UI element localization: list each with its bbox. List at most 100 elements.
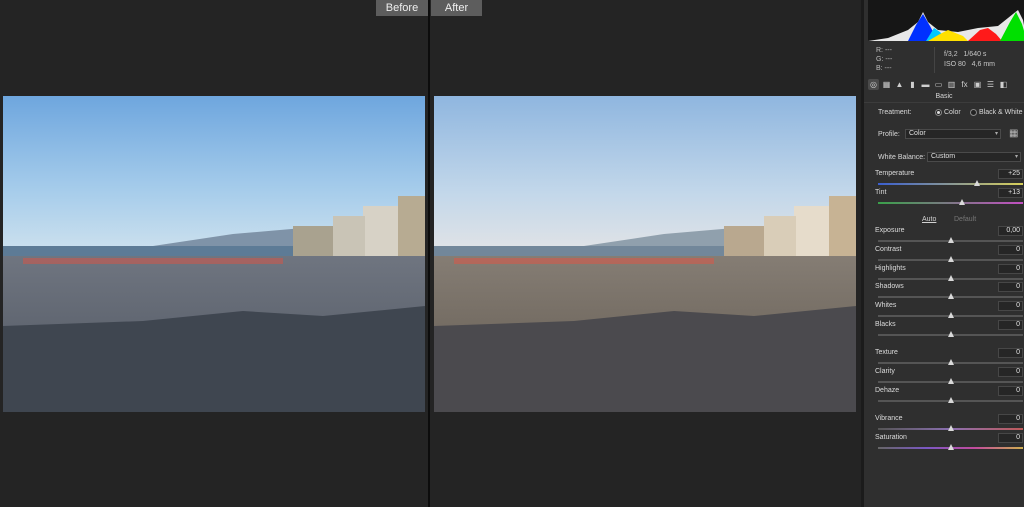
contrast-slider[interactable]: Contrast 0	[875, 245, 1024, 265]
rgb-readout: R: --- G: --- B: ---	[876, 46, 892, 73]
treatment-label: Treatment:	[878, 109, 912, 116]
shutter: 1/640 s	[963, 51, 987, 58]
split-divider[interactable]	[428, 0, 430, 507]
shadows-slider[interactable]: Shadows 0	[875, 282, 1024, 302]
saturation-value-field[interactable]: 0	[998, 433, 1023, 443]
shadows-thumb[interactable]	[947, 293, 954, 299]
snapshots-icon[interactable]: ◧	[998, 79, 1009, 90]
vibrance-thumb[interactable]	[947, 425, 954, 431]
tint-thumb[interactable]	[959, 199, 966, 205]
calibration-icon[interactable]: ▣	[972, 79, 983, 90]
presets-icon[interactable]: ☰	[985, 79, 996, 90]
temperature-track[interactable]	[878, 183, 1023, 185]
contrast-label: Contrast	[875, 246, 902, 253]
preview-canvas[interactable]: Before After	[0, 0, 861, 507]
focal-length: 4,6 mm	[971, 61, 995, 68]
panel-tabs: ◎ ▦ ▲ ▮ ▬ ▭ ▥ fx ▣ ☰ ◧	[868, 77, 1024, 91]
treatment-row: Treatment: Color Black & White	[875, 109, 1024, 119]
photo-before	[3, 96, 425, 412]
saturation-thumb[interactable]	[947, 444, 954, 450]
radio-bw[interactable]	[970, 109, 977, 116]
texture-value-field[interactable]: 0	[998, 348, 1023, 358]
temperature-value-field[interactable]: +25	[998, 169, 1023, 179]
whites-value-field[interactable]: 0	[998, 301, 1023, 311]
contrast-value-field[interactable]: 0	[998, 245, 1023, 255]
tint-track[interactable]	[878, 202, 1023, 204]
b-readout: B: ---	[876, 65, 892, 72]
white-balance-select[interactable]: Custom ▾	[927, 152, 1021, 162]
dehaze-slider[interactable]: Dehaze 0	[875, 386, 1024, 406]
radio-color[interactable]	[935, 109, 942, 116]
contrast-thumb[interactable]	[947, 256, 954, 262]
profile-label: Profile:	[878, 131, 900, 138]
highlights-label: Highlights	[875, 265, 906, 272]
after-label[interactable]: After	[431, 0, 482, 16]
white-balance-value: Custom	[931, 153, 956, 160]
shadows-value-field[interactable]: 0	[998, 282, 1023, 292]
shadows-label: Shadows	[875, 283, 904, 290]
blacks-value-field[interactable]: 0	[998, 320, 1023, 330]
exposure-value-field[interactable]: 0,00	[998, 226, 1023, 236]
vibrance-value-field[interactable]: 0	[998, 414, 1023, 424]
highlights-thumb[interactable]	[947, 275, 954, 281]
auto-link[interactable]: Auto	[922, 216, 936, 223]
treatment-bw-option[interactable]: Black & White	[970, 109, 1023, 116]
tint-label: Tint	[875, 189, 887, 196]
detail-icon[interactable]: ▲	[894, 79, 905, 90]
profile-value: Color	[909, 130, 926, 137]
whites-label: Whites	[875, 302, 897, 309]
temperature-thumb[interactable]	[973, 180, 980, 186]
hsl-icon[interactable]: ▮	[907, 79, 918, 90]
panel-title: Basic	[864, 93, 1024, 103]
clarity-value-field[interactable]: 0	[998, 367, 1023, 377]
before-label[interactable]: Before	[376, 0, 428, 16]
transform-icon[interactable]: ▥	[946, 79, 957, 90]
g-readout: G: ---	[876, 56, 893, 63]
vibrance-slider[interactable]: Vibrance 0	[875, 414, 1024, 434]
effects-icon[interactable]: fx	[959, 79, 970, 90]
adjustment-panel: R: --- G: --- B: --- f/3,2 1/640 s ISO 8…	[861, 0, 1024, 507]
tint-value-field[interactable]: +13	[998, 188, 1023, 198]
treatment-bw-label: Black & White	[979, 109, 1023, 116]
clarity-slider[interactable]: Clarity 0	[875, 367, 1024, 387]
exposure-slider[interactable]: Exposure 0,00	[875, 226, 1024, 246]
aperture: f/3,2	[944, 51, 958, 58]
chevron-down-icon: ▾	[1014, 154, 1018, 160]
clarity-thumb[interactable]	[947, 378, 954, 384]
dehaze-label: Dehaze	[875, 387, 900, 394]
treatment-color-label: Color	[944, 109, 961, 116]
blacks-slider[interactable]: Blacks 0	[875, 320, 1024, 340]
tone-curve-icon[interactable]: ▦	[881, 79, 892, 90]
photo-after	[434, 96, 856, 412]
white-balance-label: White Balance:	[878, 154, 926, 161]
whites-thumb[interactable]	[947, 312, 954, 318]
highlights-value-field[interactable]: 0	[998, 264, 1023, 274]
lens-icon[interactable]: ▭	[933, 79, 944, 90]
whites-slider[interactable]: Whites 0	[875, 301, 1024, 321]
profile-select[interactable]: Color ▾	[905, 129, 1001, 139]
histogram	[868, 0, 1024, 41]
split-tone-icon[interactable]: ▬	[920, 79, 931, 90]
blacks-label: Blacks	[875, 321, 896, 328]
vibrance-label: Vibrance	[875, 415, 903, 422]
treatment-color-option[interactable]: Color	[935, 109, 961, 116]
tint-slider[interactable]: Tint +13	[875, 188, 1024, 208]
exposure-thumb[interactable]	[947, 237, 954, 243]
profile-row: Profile: Color ▾ ▦	[875, 128, 1024, 140]
clarity-label: Clarity	[875, 368, 895, 375]
blacks-thumb[interactable]	[947, 331, 954, 337]
default-link[interactable]: Default	[954, 216, 976, 223]
profile-browser-icon[interactable]: ▦	[1009, 128, 1018, 139]
texture-thumb[interactable]	[947, 359, 954, 365]
camera-info: f/3,2 1/640 s ISO 80 4,6 mm	[944, 50, 995, 70]
temperature-slider[interactable]: Temperature +25	[875, 169, 1024, 189]
white-balance-row: White Balance: Custom ▾	[875, 152, 1024, 163]
basic-icon[interactable]: ◎	[868, 78, 879, 90]
temperature-label: Temperature	[875, 170, 915, 177]
texture-slider[interactable]: Texture 0	[875, 348, 1024, 368]
dehaze-value-field[interactable]: 0	[998, 386, 1023, 396]
saturation-slider[interactable]: Saturation 0	[875, 433, 1024, 453]
dehaze-thumb[interactable]	[947, 397, 954, 403]
texture-label: Texture	[875, 349, 898, 356]
saturation-label: Saturation	[875, 434, 907, 441]
